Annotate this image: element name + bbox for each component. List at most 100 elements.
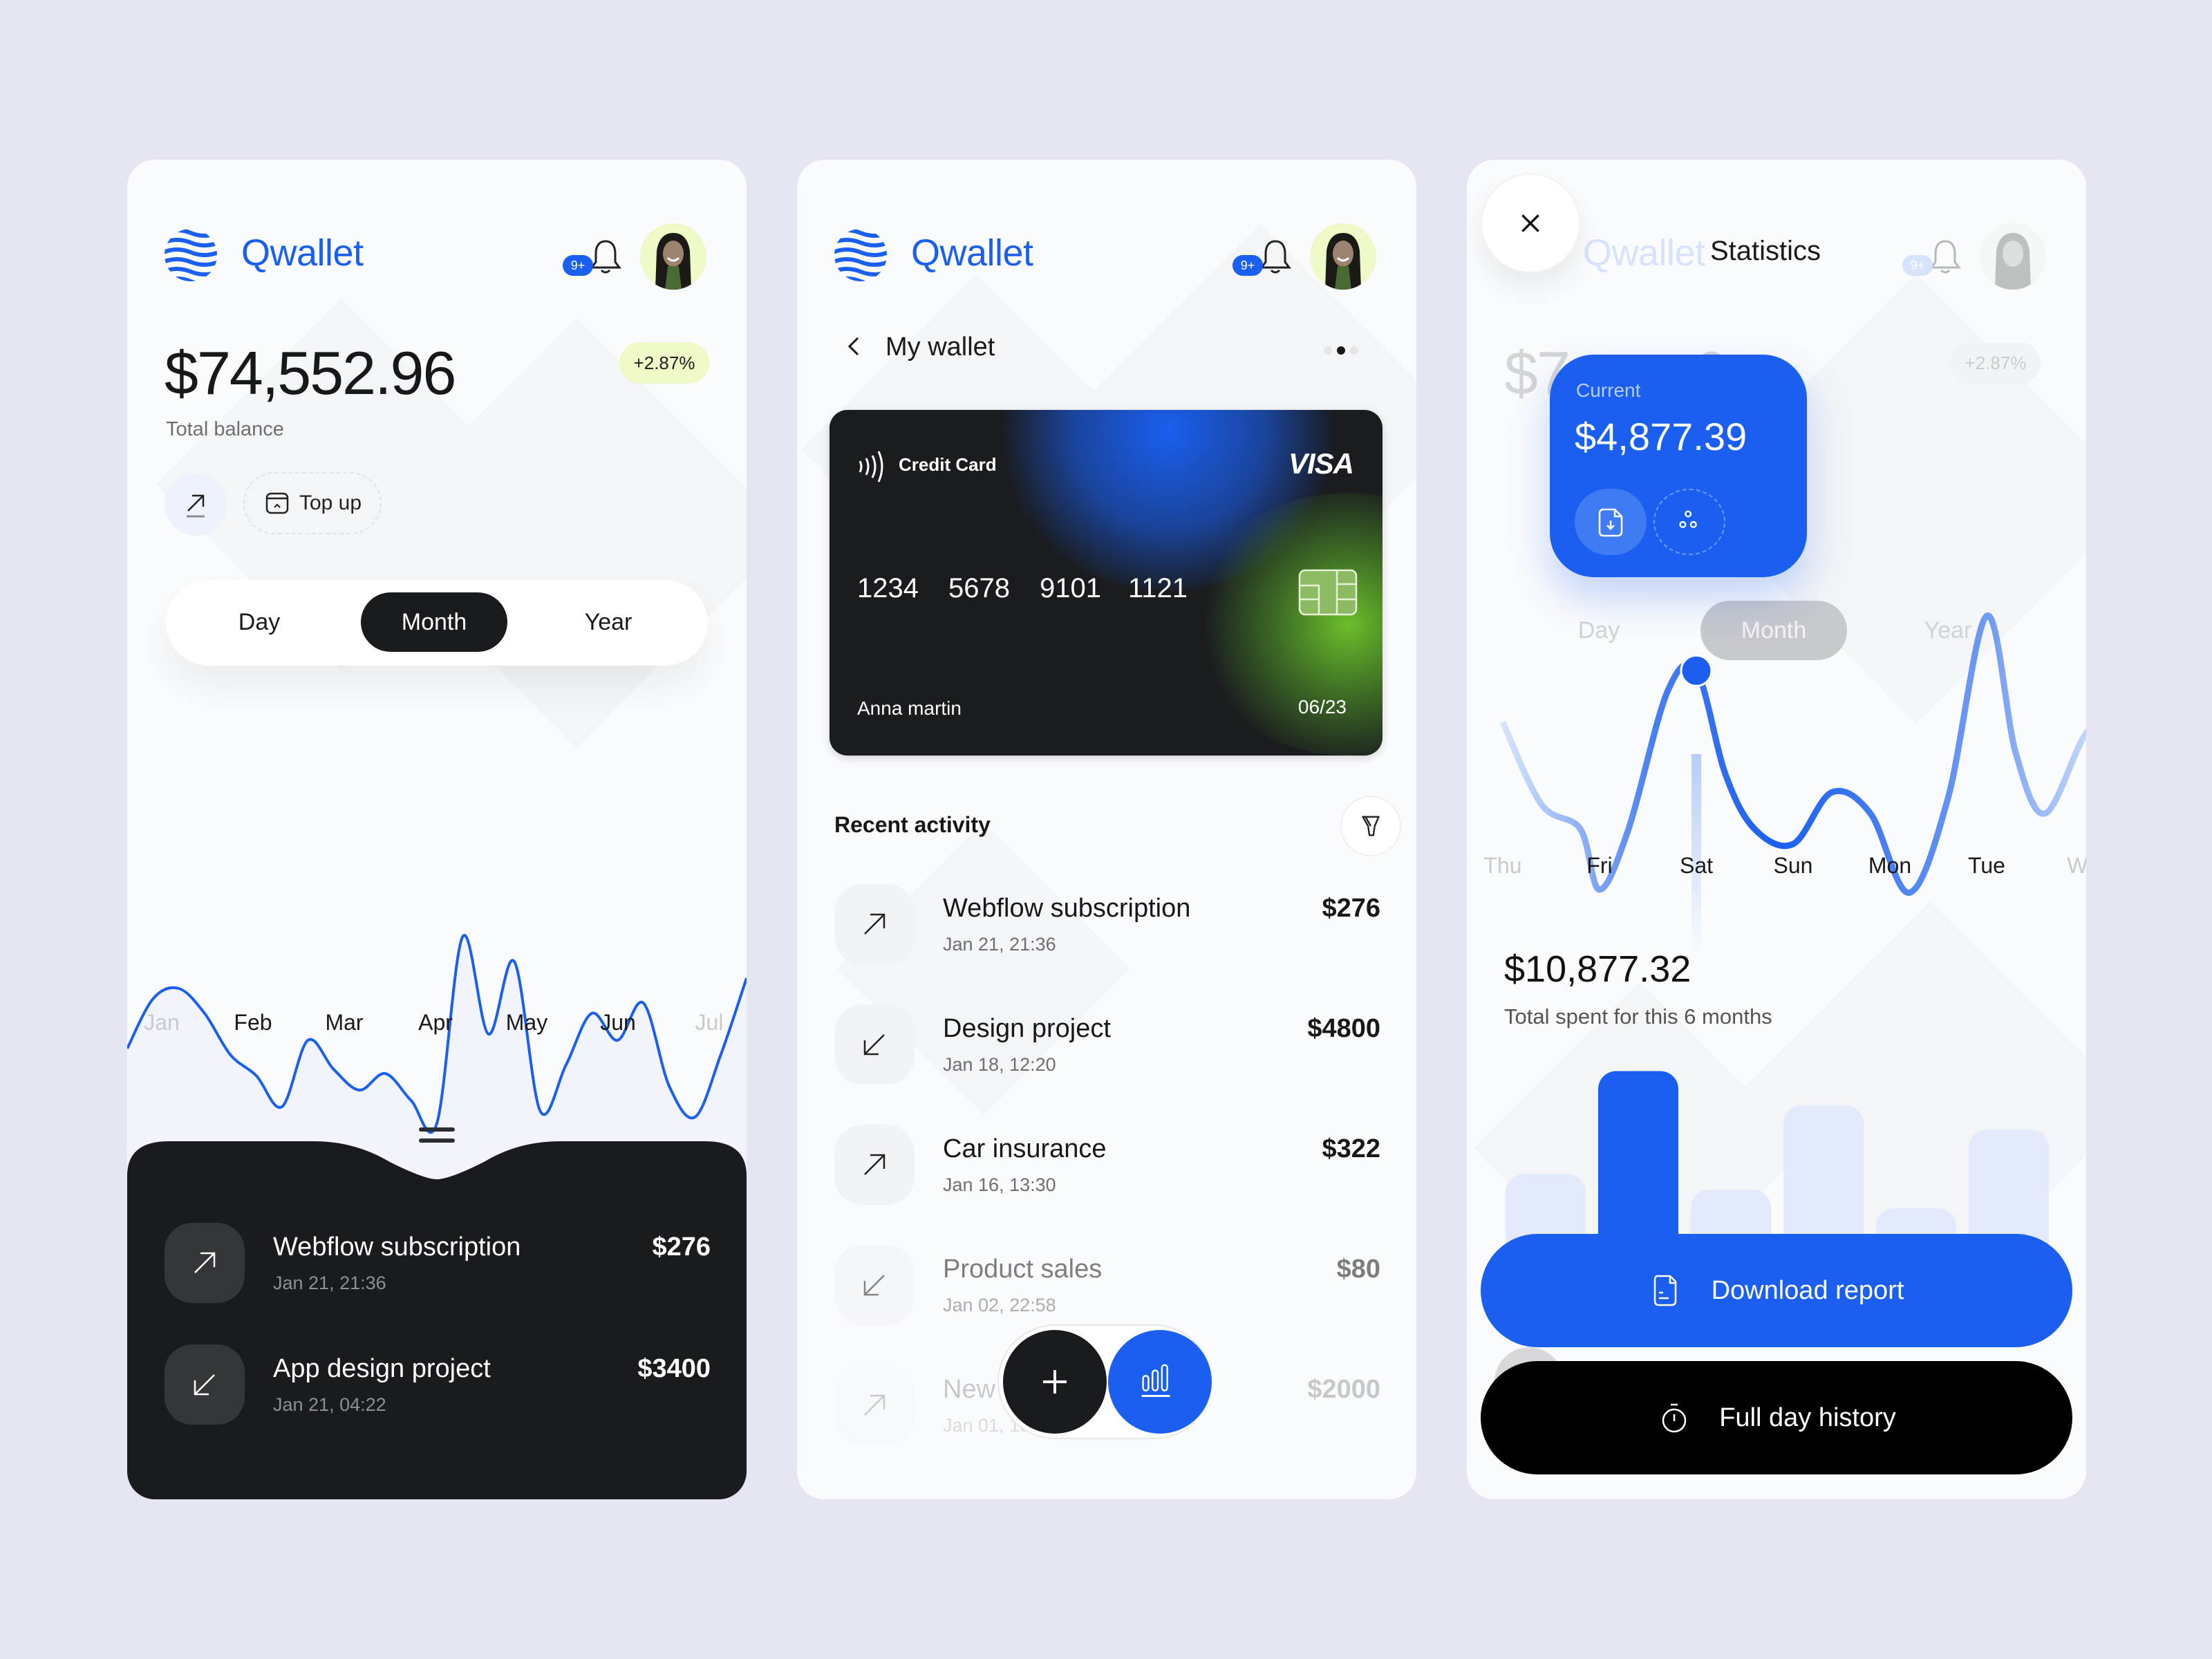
close-button[interactable] [1481,174,1580,273]
current-value: $4,877.39 [1575,415,1747,458]
transaction-title: App design project [273,1354,491,1383]
arrow-down-left-icon [863,1034,885,1056]
transaction-amount: $2000 [1307,1375,1380,1404]
transaction-date: Jan 21, 04:22 [273,1394,386,1415]
current-label: Current [1576,379,1641,401]
wave-globe-icon [834,229,887,281]
arrow-up-right-icon [864,1154,885,1175]
more-dots-icon [1679,510,1697,528]
download-report-label: Download report [1711,1275,1904,1305]
x-tick-label: Sun [1773,853,1813,878]
recent-activity-heading: Recent activity [834,812,991,837]
x-tick-label: Mon [1868,853,1912,878]
transaction-row[interactable]: Product sales Jan 02, 22:58 $80 [834,1245,1380,1328]
x-tick-label: We [2067,853,2086,878]
filter-button[interactable] [1340,796,1401,856]
card-type-label: Credit Card [899,454,997,475]
change-badge: +2.87% [619,342,709,384]
credit-card[interactable]: Credit Card VISA 1234 5678 9101 1121 Ann… [830,410,1382,756]
contactless-icon [859,451,883,482]
transaction-title: New [943,1375,996,1404]
arrow-up-right-icon [864,913,885,935]
card-number-group: 5678 [948,573,1010,603]
arrow-up-right-icon [187,494,205,518]
transaction-amount: $322 [1322,1134,1380,1163]
user-avatar[interactable] [640,223,706,290]
transaction-row[interactable]: App design project Jan 21, 04:22 $3400 [165,1344,711,1427]
transaction-row[interactable]: Webflow subscription Jan 21, 21:36 $276 [165,1223,711,1306]
transaction-title: Webflow subscription [943,894,1191,923]
x-tick-label: May [505,1010,548,1035]
pager-dot[interactable] [1324,346,1332,355]
pager-dot[interactable] [1350,346,1358,355]
add-button[interactable] [1003,1330,1107,1434]
card-number-group: 1121 [1128,573,1188,603]
tab-year: Year [1924,617,1972,644]
user-avatar[interactable] [1310,223,1376,290]
arrow-down-left-icon [194,1374,215,1396]
current-value-tooltip: Current $4,877.39 [1550,355,1807,577]
transaction-icon-box [834,1245,915,1325]
x-tick-label: Thu [1483,853,1522,878]
download-report-button[interactable]: Download report [1481,1234,2072,1347]
total-spent-value: $10,877.32 [1504,948,1691,990]
page-title: My wallet [885,332,995,362]
statistics-button[interactable] [1108,1330,1212,1434]
tab-year[interactable]: Year [518,592,698,652]
transaction-row[interactable]: Car insurance Jan 16, 13:30 $322 [834,1125,1380,1208]
action-buttons [997,1324,1212,1439]
card-number-group: 1234 [857,573,919,603]
spending-bar-chart: $13,587 [1506,1058,2049,1280]
drawer-background [127,1141,747,1499]
transaction-icon-box [834,884,915,964]
stopwatch-icon [1662,1403,1687,1433]
arrow-down-left-icon [863,1275,885,1296]
period-tabs: Day Month Year [166,580,708,666]
file-download-icon [1598,508,1623,537]
x-tick-label: Jan [144,1010,180,1035]
chevron-left-icon[interactable] [841,332,869,360]
transaction-icon-box [165,1223,245,1303]
total-balance-value: $74,552.96 [165,339,456,407]
card-expiry: 06/23 [1297,696,1347,718]
tab-day[interactable]: Day [173,592,346,652]
bar-data-label: $13,587 [1606,1058,1671,1060]
x-tick-label: Jun [600,1010,636,1035]
transaction-icon-box [834,1004,915,1085]
transaction-icon-box [165,1344,245,1425]
overview-screen: Qwallet 9+ $74,552.96 Total balance +2.8… [127,160,747,1499]
notification-badge: 9+ [1902,255,1933,276]
x-tick-label: Sat [1679,853,1714,878]
pager-dot-active[interactable] [1337,346,1345,355]
top-up-button[interactable]: Top up [243,472,382,534]
x-tick-label: Apr [418,1010,453,1035]
wallet-topup-icon [265,492,289,514]
more-button[interactable] [1653,489,1725,555]
plus-icon [1043,1370,1067,1394]
brand-name: Qwallet [241,232,364,274]
tab-month: Month [1700,601,1847,660]
download-file-button[interactable] [1575,489,1647,555]
transaction-icon-box [834,1365,915,1445]
x-tick-label: Tue [1968,853,2005,878]
transaction-row[interactable]: Design project Jan 18, 12:20 $4800 [834,1004,1380,1087]
chip-icon [1298,569,1358,616]
brand-name: Qwallet [911,232,1033,274]
drag-handle-icon[interactable] [416,1121,458,1148]
transaction-amount: $80 [1336,1255,1380,1284]
transaction-title: Design project [943,1014,1111,1043]
arrow-up-right-icon [194,1252,216,1273]
faded-period-tabs: Day Month Year [1506,588,2047,674]
transaction-date: Jan 21, 21:36 [943,934,1056,955]
full-day-history-button[interactable]: Full day history [1481,1361,2072,1474]
transaction-title: Car insurance [943,1134,1107,1163]
report-file-icon [1653,1275,1676,1306]
tab-month[interactable]: Month [361,592,507,652]
visa-logo: VISA [1288,447,1354,480]
transaction-row[interactable]: Webflow subscription Jan 21, 21:36 $276 [834,884,1380,967]
full-day-history-label: Full day history [1719,1403,1896,1432]
transactions-drawer: Webflow subscription Jan 21, 21:36 $276 … [127,1114,747,1499]
avatar-portrait-icon [1325,233,1361,290]
send-button[interactable] [165,474,227,536]
card-number-group: 9101 [1040,573,1101,603]
